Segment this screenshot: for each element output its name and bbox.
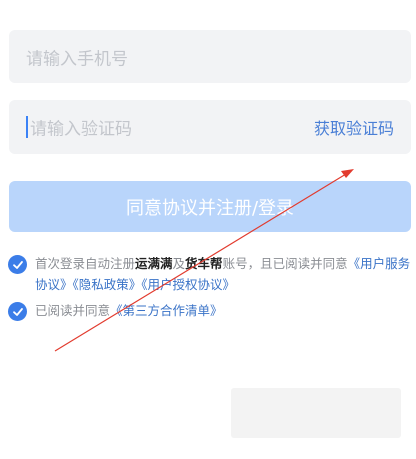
agreement2-prefix: 已阅读并同意 <box>35 303 111 318</box>
agreement1-prefix: 首次登录自动注册 <box>35 256 136 271</box>
text-caret <box>26 116 28 138</box>
submit-label: 同意协议并注册/登录 <box>125 197 295 219</box>
brand-hcb: 货车帮 <box>185 256 223 271</box>
link-privacy-policy[interactable]: 《隐私政策》 <box>73 277 142 292</box>
link-third-party-list[interactable]: 《第三方合作清单》 <box>110 303 223 318</box>
brand-ymm: 运满满 <box>135 256 173 271</box>
check-icon <box>12 260 23 269</box>
blurred-region <box>231 388 401 438</box>
link-user-authorization[interactable]: 《用户授权协议》 <box>141 277 235 292</box>
code-placeholder: 请输入验证码 <box>30 119 132 140</box>
agreement1-mid: 账号，且已阅读并同意 <box>222 256 348 271</box>
agreement-text-1: 首次登录自动注册运满满及货车帮账号，且已阅读并同意《用户服务协议》《隐私政策》《… <box>35 253 411 295</box>
get-code-button[interactable]: 获取验证码 <box>314 115 394 139</box>
phone-placeholder: 请输入手机号 <box>26 49 128 69</box>
phone-field[interactable]: 请输入手机号 <box>9 30 411 83</box>
agreement-checkbox-2[interactable] <box>8 302 27 321</box>
agreement-text-2: 已阅读并同意《第三方合作清单》 <box>35 300 411 321</box>
agreement-checkbox-1[interactable] <box>8 255 27 274</box>
agreement1-and: 及 <box>172 256 186 271</box>
agree-register-login-button[interactable]: 同意协议并注册/登录 <box>9 181 411 232</box>
verification-code-field[interactable]: 请输入验证码 获取验证码 <box>9 100 411 154</box>
check-icon <box>12 307 23 316</box>
